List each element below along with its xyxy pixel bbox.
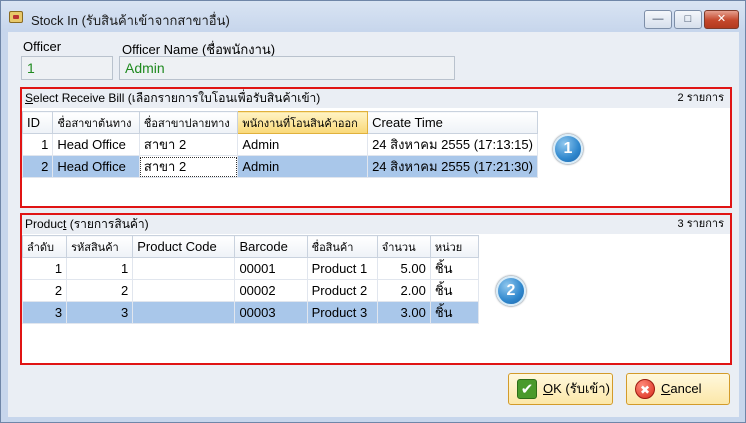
cell-create-time[interactable]: 24 สิงหาคม 2555 (17:21:30)	[367, 155, 538, 178]
column-header-from-branch[interactable]: ชื่อสาขาต้นทาง	[52, 111, 140, 134]
callout-marker-2: 2	[496, 276, 526, 306]
cell-product-code[interactable]	[132, 257, 236, 280]
cell-from-branch[interactable]: Head Office	[52, 155, 140, 178]
window-title: Stock In (รับสินค้าเข้าจากสาขาอื่น)	[31, 13, 230, 28]
title-bar[interactable]: Stock In (รับสินค้าเข้าจากสาขาอื่น) — □ …	[1, 1, 745, 31]
cell-product-id[interactable]: 2	[66, 279, 134, 302]
cell-to-branch[interactable]: สาขา 2	[138, 133, 239, 156]
minimize-icon: —	[652, 13, 664, 25]
officer-id-field[interactable]: 1	[21, 56, 113, 80]
product-count: 3 รายการ	[677, 218, 724, 230]
cell-quantity[interactable]: 2.00	[376, 279, 431, 302]
cell-officer[interactable]: Admin	[237, 133, 369, 156]
ok-button[interactable]: ✔ OK (รับเข้า)	[508, 373, 613, 405]
callout-marker-1: 1	[553, 134, 583, 164]
cell-barcode[interactable]: 00003	[234, 301, 308, 324]
product-title: Product (รายการสินค้า)	[25, 217, 149, 231]
column-header-barcode[interactable]: Barcode	[234, 235, 308, 258]
product-header: Product (รายการสินค้า) 3 รายการ	[22, 215, 730, 234]
cell-product-id[interactable]: 3	[66, 301, 134, 324]
checkmark-icon: ✔	[517, 379, 537, 399]
maximize-button[interactable]: □	[674, 10, 702, 29]
cell-id[interactable]: 1	[21, 133, 54, 156]
cancel-button[interactable]: ✖ Cancel	[626, 373, 730, 405]
product-grid[interactable]: ลำดับ รหัสสินค้า Product Code Barcode ชื…	[21, 235, 480, 324]
cell-quantity[interactable]: 3.00	[376, 301, 431, 324]
cell-unit[interactable]: ชิ้น	[429, 301, 480, 324]
column-header-transfer-officer[interactable]: พนักงานที่โอนสินค้าออก	[237, 111, 369, 134]
cell-to-branch[interactable]: สาขา 2	[138, 155, 239, 178]
cell-product-name[interactable]: Product 1	[306, 257, 378, 280]
minimize-button[interactable]: —	[644, 10, 672, 29]
cell-create-time[interactable]: 24 สิงหาคม 2555 (17:13:15)	[367, 133, 538, 156]
close-icon: ✕	[716, 13, 727, 25]
stock-in-window: Stock In (รับสินค้าเข้าจากสาขาอื่น) — □ …	[0, 0, 746, 423]
receive-bill-header: Select Receive Bill (เลือกรายการใบโอนเพื…	[22, 89, 730, 108]
cell-officer[interactable]: Admin	[237, 155, 369, 178]
ok-button-label: OK (รับเข้า)	[543, 381, 610, 396]
table-row-selected[interactable]: 3 3 00003 Product 3 3.00 ชิ้น	[21, 301, 480, 324]
cell-quantity[interactable]: 5.00	[376, 257, 431, 280]
table-row-selected[interactable]: 2 Head Office สาขา 2 Admin 24 สิงหาคม 25…	[21, 155, 538, 178]
column-header-sequence[interactable]: ลำดับ	[21, 235, 68, 258]
cell-barcode[interactable]: 00002	[234, 279, 308, 302]
cell-unit[interactable]: ชิ้น	[429, 279, 480, 302]
column-header-to-branch[interactable]: ชื่อสาขาปลายทาง	[138, 111, 239, 134]
receive-bill-count: 2 รายการ	[677, 92, 724, 104]
column-header-product-id[interactable]: รหัสสินค้า	[66, 235, 134, 258]
receive-bill-title: Select Receive Bill (เลือกรายการใบโอนเพื…	[25, 91, 321, 105]
client-area: Officer 1 Officer Name (ชื่อพนักงาน) Adm…	[8, 32, 739, 417]
cell-product-name[interactable]: Product 2	[306, 279, 378, 302]
column-header-create-time[interactable]: Create Time	[367, 111, 538, 134]
product-group: Product (รายการสินค้า) 3 รายการ ลำดับ รห…	[20, 213, 732, 365]
cell-barcode[interactable]: 00001	[234, 257, 308, 280]
cancel-button-label: Cancel	[661, 381, 702, 396]
close-button[interactable]: ✕	[704, 10, 739, 29]
cell-id[interactable]: 2	[21, 155, 54, 178]
cell-sequence[interactable]: 3	[21, 301, 68, 324]
cancel-x-icon: ✖	[635, 379, 655, 399]
table-row[interactable]: 1 Head Office สาขา 2 Admin 24 สิงหาคม 25…	[21, 133, 538, 156]
officer-name-field[interactable]: Admin	[119, 56, 455, 80]
cell-product-name[interactable]: Product 3	[306, 301, 378, 324]
cell-product-id[interactable]: 1	[66, 257, 134, 280]
column-header-id[interactable]: ID	[21, 111, 54, 134]
column-header-product-code[interactable]: Product Code	[132, 235, 236, 258]
cell-unit[interactable]: ชิ้น	[429, 257, 480, 280]
column-header-product-name[interactable]: ชื่อสินค้า	[306, 235, 378, 258]
cell-from-branch[interactable]: Head Office	[52, 133, 140, 156]
column-header-quantity[interactable]: จำนวน	[376, 235, 431, 258]
table-row[interactable]: 1 1 00001 Product 1 5.00 ชิ้น	[21, 257, 480, 280]
cell-product-code[interactable]	[132, 279, 236, 302]
cell-sequence[interactable]: 2	[21, 279, 68, 302]
maximize-icon: □	[684, 13, 692, 25]
cell-product-code[interactable]	[132, 301, 236, 324]
receive-bill-grid[interactable]: ID ชื่อสาขาต้นทาง ชื่อสาขาปลายทาง พนักงา…	[21, 111, 538, 178]
table-row[interactable]: 2 2 00002 Product 2 2.00 ชิ้น	[21, 279, 480, 302]
cell-sequence[interactable]: 1	[21, 257, 68, 280]
receive-bill-group: Select Receive Bill (เลือกรายการใบโอนเพื…	[20, 87, 732, 208]
officer-label: Officer	[23, 39, 62, 54]
column-header-unit[interactable]: หน่วย	[429, 235, 480, 258]
app-icon	[9, 11, 23, 23]
